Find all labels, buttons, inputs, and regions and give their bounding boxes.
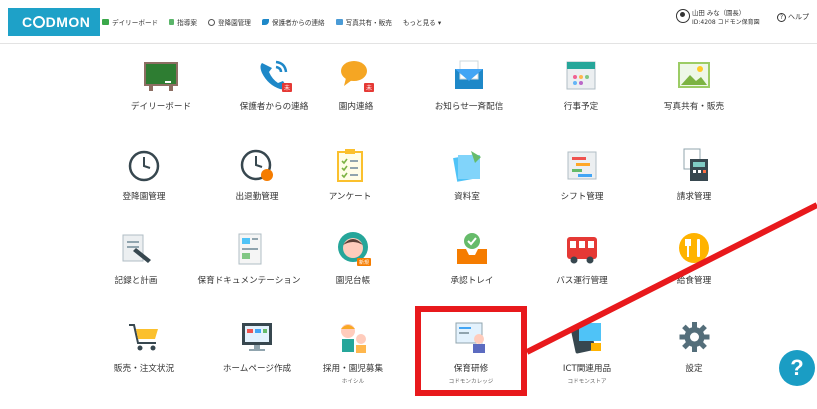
annotation-arrow	[525, 202, 817, 355]
help-floating-button[interactable]: ?	[779, 350, 815, 386]
